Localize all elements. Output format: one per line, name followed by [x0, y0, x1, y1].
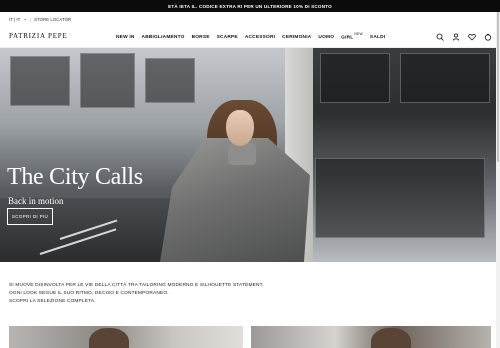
scrollbar-thumb[interactable]	[497, 12, 499, 162]
nav-item-abbigliamento[interactable]: ABBIGLIAMENTO	[142, 35, 185, 40]
separator: |	[30, 16, 32, 22]
main-nav: NEW IN ABBIGLIAMENTO BORSE SCARPE ACCESS…	[116, 26, 385, 48]
description-line: SI MUOVE DISINVOLTA PER LE VIE DELLA CIT…	[9, 283, 264, 288]
store-locator-link[interactable]: STORE LOCATOR	[34, 17, 71, 22]
model-face	[226, 110, 254, 146]
nav-item-girl[interactable]: GIRLNEW	[341, 32, 363, 41]
building-window	[320, 53, 390, 103]
collection-description: SI MUOVE DISINVOLTA PER LE VIE DELLA CIT…	[9, 282, 264, 306]
product-card-left[interactable]	[9, 326, 243, 348]
nav-item-uomo[interactable]: UOMO	[318, 35, 334, 40]
building-window	[80, 53, 135, 108]
chevron-down-icon[interactable]: ⌄	[23, 16, 27, 22]
brand-logo[interactable]: PATRIZIA PEPE	[9, 32, 68, 40]
product-card-right[interactable]	[251, 326, 491, 348]
bag-icon[interactable]	[484, 33, 492, 41]
building-window	[400, 53, 490, 103]
nav-item-new-in[interactable]: NEW IN	[116, 35, 135, 40]
model-collar	[228, 143, 256, 165]
product-image	[371, 328, 411, 348]
building-window	[315, 158, 485, 238]
discover-more-button[interactable]: SCOPRI DI PIÙ	[7, 208, 53, 225]
product-image	[89, 328, 129, 348]
new-badge: NEW	[354, 32, 363, 37]
description-line: OGNI LOOK SEGUE IL SUO RITMO, DECISO E C…	[9, 291, 169, 296]
hero-banner[interactable]: The City Calls Back in motion SCOPRI DI …	[0, 48, 500, 262]
nav-item-scarpe[interactable]: SCARPE	[217, 35, 238, 40]
nav-item-accessori[interactable]: ACCESSORI	[245, 35, 275, 40]
building-window	[145, 58, 195, 103]
search-icon[interactable]	[436, 33, 444, 41]
hero-title: The City Calls	[7, 164, 143, 190]
language-selector[interactable]: IT | IT	[9, 17, 20, 22]
header-icons	[436, 26, 492, 48]
nav-item-girl-label: GIRL	[341, 35, 354, 41]
utility-bar: IT | IT ⌄ | STORE LOCATOR	[0, 12, 500, 26]
nav-item-cerimonia[interactable]: CERIMONIA	[282, 35, 311, 40]
hero-subtitle: Back in motion	[8, 196, 64, 206]
user-icon[interactable]	[452, 33, 460, 41]
heart-icon[interactable]	[468, 33, 476, 41]
nav-item-saldi[interactable]: SALDI	[370, 35, 385, 40]
promo-text: ETÀ IETA IL. CODICE EXTRA RI PER UN ULTE…	[168, 3, 332, 9]
promo-bar: ETÀ IETA IL. CODICE EXTRA RI PER UN ULTE…	[0, 0, 500, 12]
page-scrollbar[interactable]	[496, 12, 500, 348]
site-header: PATRIZIA PEPE NEW IN ABBIGLIAMENTO BORSE…	[0, 26, 500, 48]
building-window	[10, 56, 70, 106]
description-line: SCOPRI LA SELEZIONE COMPLETA.	[9, 299, 96, 304]
nav-item-borse[interactable]: BORSE	[192, 35, 210, 40]
